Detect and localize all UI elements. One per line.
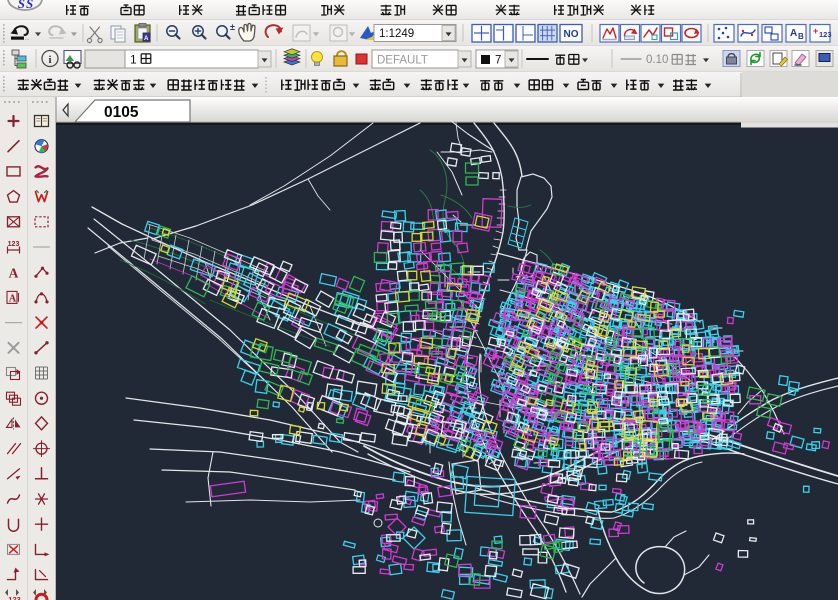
svg-text:i: i	[48, 54, 51, 66]
svg-text:+: +	[813, 26, 818, 36]
svg-text:1: 1	[130, 53, 137, 67]
svg-text:B: B	[798, 32, 804, 41]
svg-text:DEFAULT: DEFAULT	[377, 55, 428, 67]
svg-text:0.10: 0.10	[646, 54, 668, 66]
svg-text:A: A	[144, 36, 149, 42]
svg-text:±: ±	[230, 22, 235, 32]
svg-text:A: A	[790, 28, 797, 39]
svg-text:A: A	[9, 293, 17, 304]
svg-text:A: A	[9, 266, 19, 281]
svg-text:0105: 0105	[104, 104, 139, 121]
svg-text:7: 7	[495, 55, 501, 67]
svg-text:NO: NO	[564, 29, 579, 40]
svg-text:123: 123	[819, 30, 832, 39]
svg-text:SS: SS	[18, 0, 34, 11]
svg-text:123: 123	[8, 241, 20, 248]
svg-text:...: ...	[25, 36, 29, 42]
svg-text:.123: .123	[6, 595, 21, 600]
svg-text:1:1249: 1:1249	[379, 28, 414, 40]
